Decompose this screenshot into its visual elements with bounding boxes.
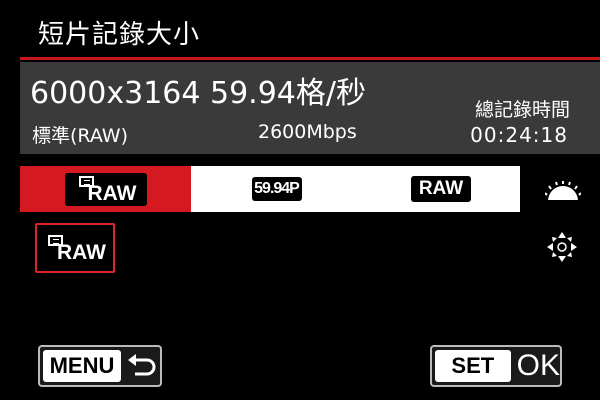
tab-raw-movie[interactable]: RAW — [20, 166, 191, 212]
set-label: SET — [435, 350, 511, 382]
ok-label: OK — [516, 349, 560, 382]
menu-label: MENU — [43, 350, 121, 382]
page-title: 短片記錄大小 — [38, 20, 201, 50]
back-arrow-icon — [128, 354, 156, 376]
multi-controller-icon — [547, 232, 577, 262]
tab-label: RAW — [87, 182, 137, 205]
raw-movie-icon: RAW — [46, 233, 106, 264]
tab-label: 59.94P — [251, 177, 302, 201]
raw-movie-icon: RAW — [77, 174, 137, 205]
tab-label: RAW — [411, 176, 471, 202]
compression-quality: 標準(RAW) — [32, 125, 129, 147]
title-divider — [20, 57, 600, 60]
resolution-frame-rate: 6000x3164 59.94格/秒 — [30, 76, 366, 111]
selected-option[interactable]: RAW — [35, 223, 115, 273]
set-ok-button[interactable]: SET OK — [430, 345, 562, 387]
bitrate: 2600Mbps — [258, 121, 357, 143]
main-dial-icon — [545, 181, 581, 203]
total-record-time-value: 00:24:18 — [470, 123, 568, 147]
total-record-time-label: 總記錄時間 — [474, 99, 570, 121]
selected-label: RAW — [57, 241, 106, 264]
info-panel: 6000x3164 59.94格/秒 標準(RAW) 2600Mbps 總記錄時… — [20, 62, 600, 154]
menu-back-button[interactable]: MENU — [38, 345, 162, 387]
tab-raw[interactable]: RAW — [362, 166, 520, 212]
raw-movie-badge: RAW — [64, 172, 147, 206]
tab-frame-rate[interactable]: 59.94P — [191, 166, 362, 212]
option-tabs: RAW 59.94P RAW — [20, 166, 520, 212]
